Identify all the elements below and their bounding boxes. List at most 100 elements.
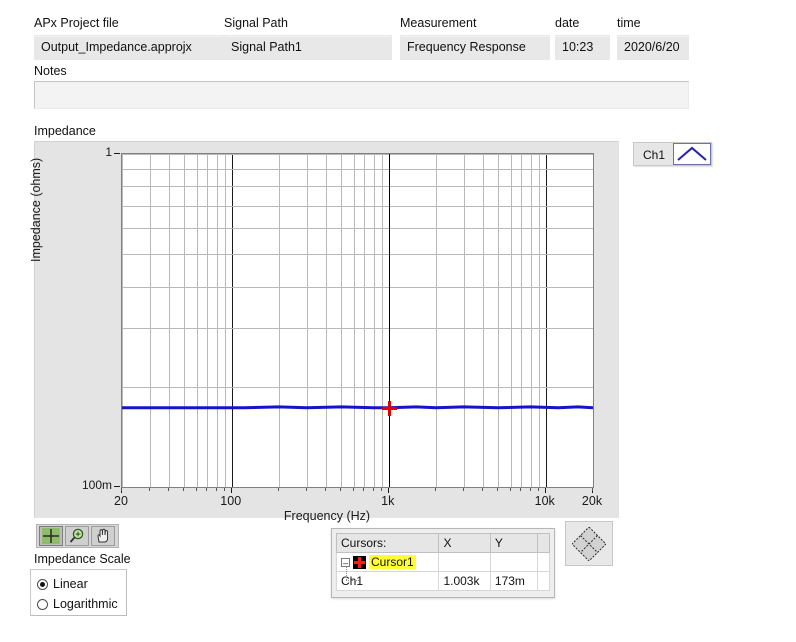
tree-connector-h-icon <box>346 580 359 581</box>
x-tick-minor-mark <box>435 488 436 491</box>
header-value-project-file[interactable]: Output_Impedance.approjx <box>34 35 224 60</box>
crosshair-icon <box>42 528 60 544</box>
cursor-vertical-line[interactable] <box>389 154 390 487</box>
x-tick-minor-mark <box>592 488 593 491</box>
header-value-measurement[interactable]: Frequency Response <box>400 35 550 60</box>
x-tick-minor-mark <box>510 488 511 491</box>
header-value-date[interactable]: 10:23 <box>555 35 610 60</box>
table-row[interactable]: Ch1 1.003k 173m <box>335 566 550 591</box>
cursor-channel-name: Ch1 <box>341 574 364 588</box>
header-field-time: time 2020/6/20 <box>617 16 697 60</box>
x-tick-minor-mark <box>216 488 217 491</box>
radio-linear[interactable]: Linear <box>37 574 126 594</box>
cursor-row-spacer <box>537 552 550 572</box>
header-field-project-file: APx Project file Output_Impedance.approj… <box>34 16 224 60</box>
cursor-crosshair-icon <box>353 556 366 570</box>
impedance-scale-title: Impedance Scale <box>34 552 131 566</box>
impedance-graph-panel: Impedance (ohms) 1 100m 20 100 1k 10k 20k Fre… <box>29 141 619 523</box>
header-value-signal-path[interactable]: Signal Path1 <box>224 35 392 60</box>
graph-title: Impedance <box>34 124 96 138</box>
apx-frequency-response-window: APx Project file Output_Impedance.approj… <box>0 0 796 642</box>
cursors-col-x[interactable]: X <box>438 533 491 553</box>
cursor-name: Cursor1 <box>369 554 416 569</box>
header-value-time[interactable]: 2020/6/20 <box>617 35 689 60</box>
x-tick-label: 1k <box>381 494 395 508</box>
header-field-signal-path: Signal Path Signal Path1 <box>224 16 399 60</box>
cursor-channel-y-value: 173m <box>489 571 539 591</box>
x-tick-label: 20 <box>114 494 128 508</box>
hand-icon <box>97 528 109 543</box>
y-axis-title: Impedance (ohms) <box>29 157 43 262</box>
header-field-date: date 10:23 <box>555 16 615 60</box>
x-tick-minor-mark <box>353 488 354 491</box>
impedance-scale-group: Linear Logarithmic <box>30 569 127 616</box>
x-tick-minor-mark <box>381 488 382 491</box>
chart-toolbar <box>36 524 119 548</box>
cursor-y-value <box>489 552 539 572</box>
x-tick-label: 100 <box>220 494 242 508</box>
x-tick-minor-mark <box>497 488 498 491</box>
cursor-tool-button[interactable] <box>39 526 63 546</box>
cursor-channel-x-value: 1.003k <box>438 571 491 591</box>
notes-input[interactable] <box>34 81 689 109</box>
x-tick-label: 10k <box>534 494 555 508</box>
x-tick-minor-mark <box>373 488 374 491</box>
plot-area[interactable] <box>121 153 594 488</box>
peak-line-icon <box>673 143 712 165</box>
header-label-signal-path: Signal Path <box>224 16 288 30</box>
cursors-col-y[interactable]: Y <box>489 533 539 553</box>
diamond-grid-icon <box>572 526 606 561</box>
tree-connector-icon <box>346 566 347 580</box>
cursor-row-name-cell[interactable]: ‒ Cursor1 <box>335 552 440 572</box>
scale-mode-button[interactable] <box>565 521 613 566</box>
measurement-header: APx Project file Output_Impedance.approj… <box>34 16 734 62</box>
y-tick-label: 1 <box>105 145 112 159</box>
chart-legend[interactable]: Ch1 <box>633 142 713 166</box>
table-row[interactable]: ‒ Cursor1 <box>335 552 550 572</box>
header-label-measurement: Measurement <box>400 16 477 30</box>
x-axis-title: Frequency (Hz) <box>283 509 371 523</box>
x-tick-minor-mark <box>183 488 184 491</box>
x-tick-mark <box>231 488 232 493</box>
x-tick-minor-mark <box>538 488 539 491</box>
cursors-col-name[interactable]: Cursors: <box>335 533 440 553</box>
x-tick-minor-mark <box>278 488 279 491</box>
x-tick-minor-mark <box>306 488 307 491</box>
x-tick-minor-mark <box>340 488 341 491</box>
cursors-table: Cursors: X Y ‒ Cursor1 Ch1 1.003k 173m <box>335 533 550 591</box>
x-tick-minor-mark <box>168 488 169 491</box>
cursor-channel-spacer <box>537 571 550 591</box>
legend-series-label: Ch1 <box>643 148 666 162</box>
x-tick-minor-mark <box>149 488 150 491</box>
header-label-project-file: APx Project file <box>34 16 119 30</box>
cursors-panel: Cursors: X Y ‒ Cursor1 Ch1 1.003k 173m <box>331 528 555 598</box>
x-tick-minor-mark <box>121 488 122 491</box>
radio-linear-dot <box>37 578 48 590</box>
x-tick-label: 20k <box>581 494 603 508</box>
trace-ch1 <box>122 405 593 410</box>
pan-tool-button[interactable] <box>91 526 115 546</box>
y-tick-label: 100m <box>81 478 112 492</box>
magnifier-plus-icon <box>69 528 84 543</box>
notes-label: Notes <box>34 64 67 78</box>
zoom-tool-button[interactable] <box>65 526 89 546</box>
radio-logarithmic[interactable]: Logarithmic <box>37 594 126 614</box>
cursor-x-value <box>438 552 491 572</box>
x-tick-minor-mark <box>482 488 483 491</box>
x-tick-minor-mark <box>224 488 225 491</box>
x-tick-minor-mark <box>520 488 521 491</box>
x-tick-minor-mark <box>325 488 326 491</box>
cursors-table-header-row: Cursors: X Y <box>335 533 550 553</box>
x-tick-minor-mark <box>363 488 364 491</box>
x-tick-minor-mark <box>196 488 197 491</box>
x-tick-minor-mark <box>206 488 207 491</box>
header-label-time: time <box>617 16 641 30</box>
x-tick-mark <box>545 488 546 493</box>
header-field-measurement: Measurement Frequency Response <box>400 16 555 60</box>
radio-logarithmic-dot <box>37 598 48 610</box>
x-tick-mark <box>388 488 389 493</box>
cursors-col-spacer <box>537 533 550 553</box>
header-label-date: date <box>555 16 580 30</box>
radio-linear-label: Linear <box>53 577 88 591</box>
radio-logarithmic-label: Logarithmic <box>53 597 118 611</box>
